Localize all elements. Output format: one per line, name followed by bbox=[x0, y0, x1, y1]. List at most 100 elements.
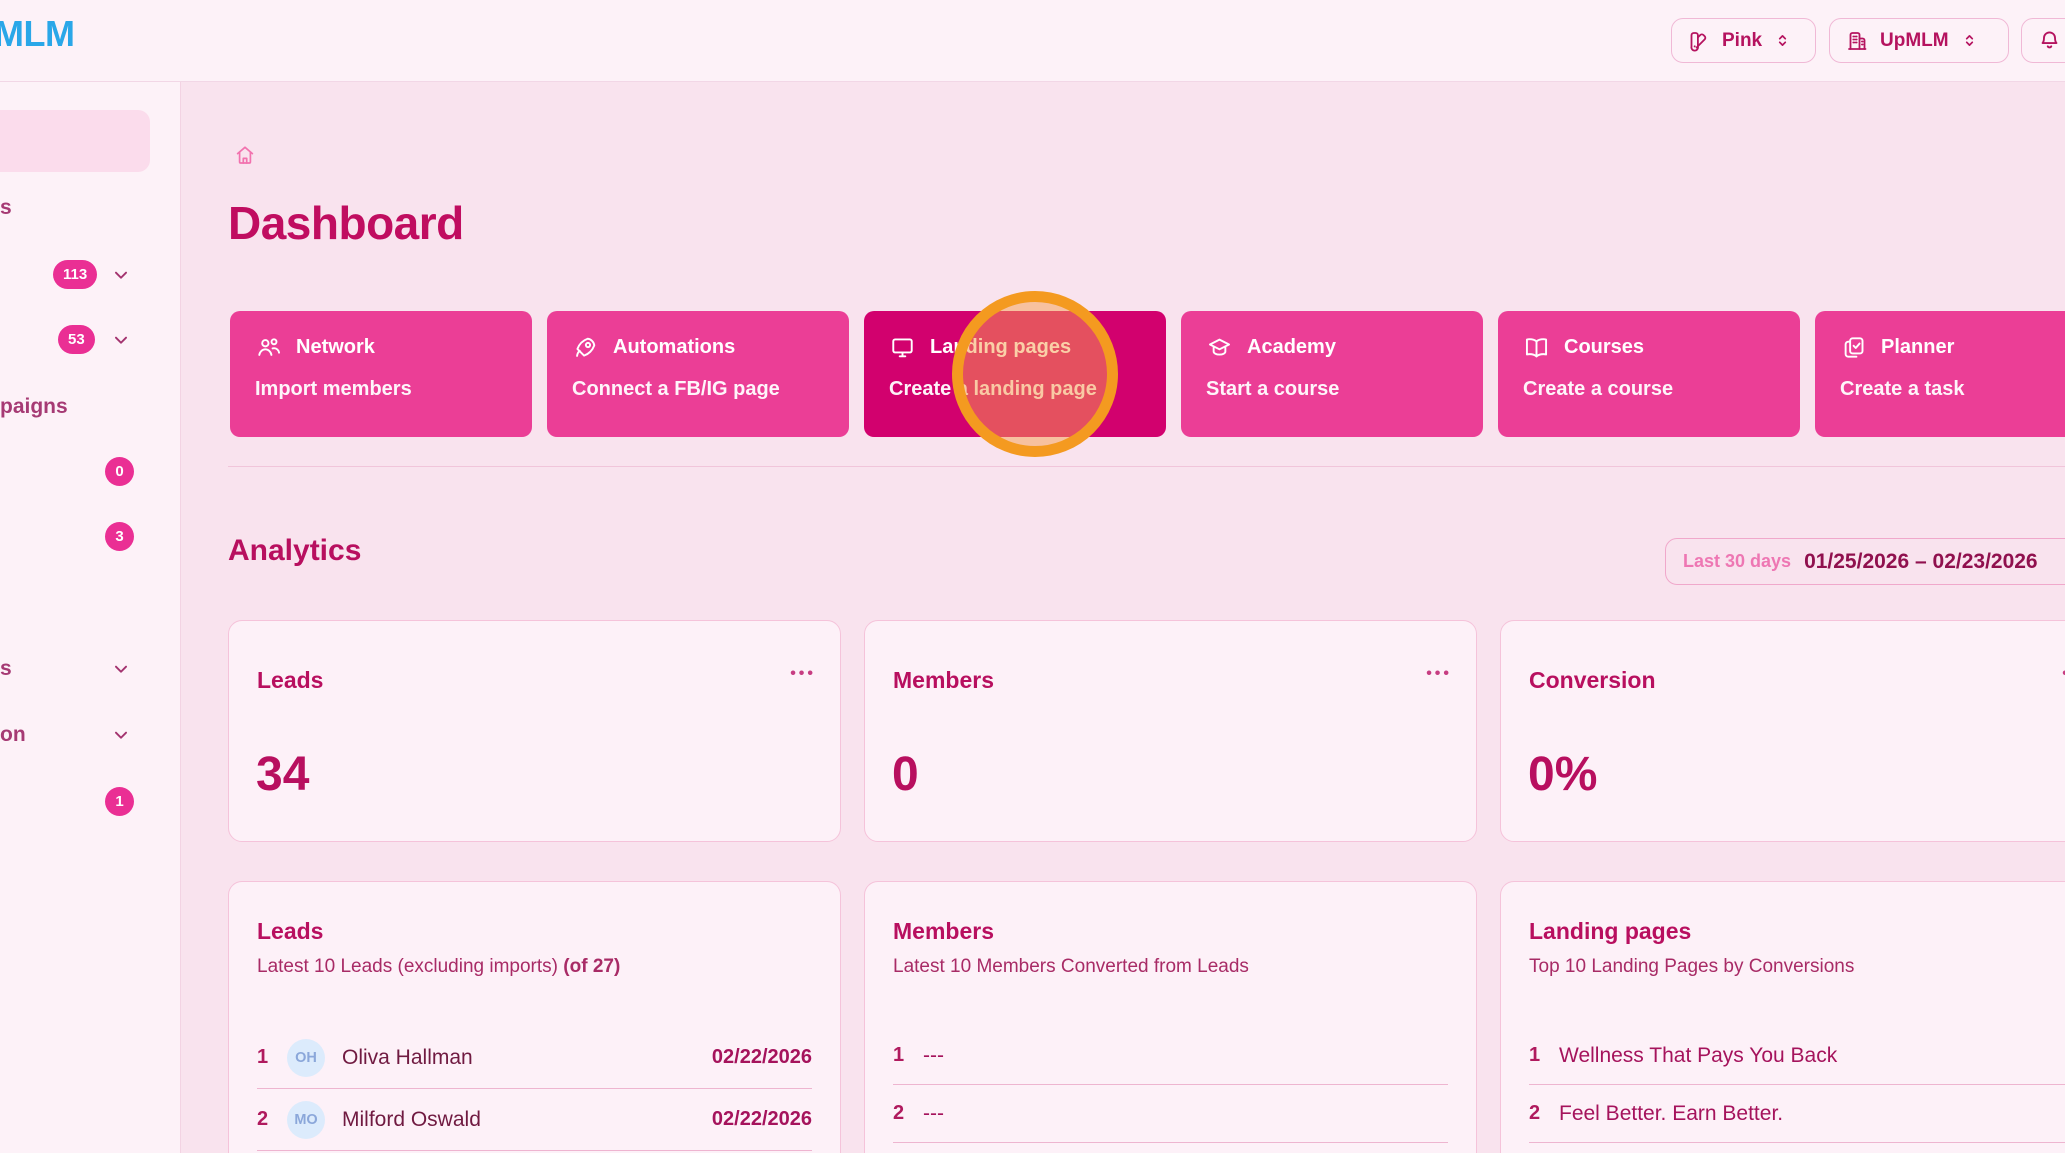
quick-action-title: Landing pages bbox=[930, 336, 1071, 359]
quick-action-title: Network bbox=[296, 336, 375, 359]
sidebar-item-label[interactable]: s bbox=[0, 654, 12, 684]
quick-action-title: Academy bbox=[1247, 336, 1336, 359]
chevron-down-icon[interactable] bbox=[110, 658, 132, 680]
theme-selector-label: Pink bbox=[1722, 30, 1762, 52]
quick-action-network[interactable]: Network Import members bbox=[230, 311, 532, 437]
top-header: MLM Pink UpMLM bbox=[0, 0, 2065, 82]
quick-action-planner[interactable]: Planner Create a task bbox=[1815, 311, 2065, 437]
avatar: MO bbox=[287, 1101, 325, 1139]
quick-action-subtitle: Connect a FB/IG page bbox=[572, 378, 824, 401]
quick-action-subtitle: Create a landing page bbox=[889, 378, 1141, 401]
quick-action-title: Automations bbox=[613, 336, 735, 359]
sidebar-item-label[interactable]: s bbox=[0, 193, 12, 223]
avatar: OH bbox=[287, 1039, 325, 1077]
analytics-section-title: Analytics bbox=[228, 534, 361, 568]
lead-name: Milford Oswald bbox=[342, 1108, 712, 1132]
quick-action-landing-pages[interactable]: Landing pages Create a landing page bbox=[864, 311, 1166, 437]
stat-title: Members bbox=[893, 667, 994, 694]
list-title: Leads bbox=[257, 918, 323, 945]
landing-page-name: Wellness That Pays You Back bbox=[1559, 1044, 2065, 1068]
list-card-leads: Leads Latest 10 Leads (excluding imports… bbox=[228, 881, 841, 1153]
quick-action-automations[interactable]: Automations Connect a FB/IG page bbox=[547, 311, 849, 437]
chevron-down-icon[interactable] bbox=[110, 264, 132, 286]
stats-row: Leads ••• 34 Members ••• 0 Conversion ••… bbox=[228, 620, 2065, 842]
section-divider bbox=[228, 466, 2065, 467]
sidebar-item-label[interactable]: paigns bbox=[0, 392, 68, 422]
sidebar-badge: 53 bbox=[58, 325, 95, 354]
list-card-landing-pages: Landing pages Top 10 Landing Pages by Co… bbox=[1500, 881, 2065, 1153]
chevron-updown-icon bbox=[1773, 31, 1792, 50]
home-icon[interactable] bbox=[233, 143, 257, 167]
chevron-updown-icon bbox=[1960, 31, 1979, 50]
quick-action-academy[interactable]: Academy Start a course bbox=[1181, 311, 1483, 437]
quick-action-courses[interactable]: Courses Create a course bbox=[1498, 311, 1800, 437]
stat-card-members: Members ••• 0 bbox=[864, 620, 1477, 842]
stat-value: 0 bbox=[892, 747, 919, 802]
member-name: --- bbox=[923, 1102, 1448, 1126]
list-card-members: Members Latest 10 Members Converted from… bbox=[864, 881, 1477, 1153]
chevron-down-icon[interactable] bbox=[110, 329, 132, 351]
list-title: Members bbox=[893, 918, 994, 945]
open-book-icon bbox=[1523, 334, 1550, 361]
landing-page-row[interactable]: 2 Feel Better. Earn Better. bbox=[1529, 1085, 2065, 1143]
row-index: 2 bbox=[893, 1102, 923, 1125]
row-index: 2 bbox=[1529, 1102, 1559, 1125]
stat-title: Leads bbox=[257, 667, 323, 694]
building-icon bbox=[1845, 29, 1869, 53]
theme-selector-button[interactable]: Pink bbox=[1671, 18, 1816, 63]
rocket-icon bbox=[572, 334, 599, 361]
ellipsis-menu-icon[interactable]: ••• bbox=[790, 665, 816, 683]
graduation-cap-icon bbox=[1206, 334, 1233, 361]
lead-row[interactable]: 1 OH Oliva Hallman 02/22/2026 bbox=[257, 1027, 812, 1089]
main-content: Dashboard Network Import members bbox=[181, 82, 2065, 1153]
workspace-selector-button[interactable]: UpMLM bbox=[1829, 18, 2009, 63]
lead-row[interactable]: 2 MO Milford Oswald 02/22/2026 bbox=[257, 1089, 812, 1151]
row-index: 1 bbox=[1529, 1044, 1559, 1067]
sidebar-nav: s 113 53 paigns 0 3 s on 1 bbox=[0, 82, 181, 1153]
quick-action-subtitle: Create a task bbox=[1840, 378, 2065, 401]
quick-action-title: Planner bbox=[1881, 336, 1954, 359]
date-range-preset: Last 30 days bbox=[1683, 551, 1791, 572]
stat-card-conversion: Conversion ••• 0% bbox=[1500, 620, 2065, 842]
page-title: Dashboard bbox=[228, 196, 464, 250]
member-row[interactable]: 2 --- bbox=[893, 1085, 1448, 1143]
lead-name: Oliva Hallman bbox=[342, 1046, 712, 1070]
list-rows: 1 Wellness That Pays You Back 2 Feel Bet… bbox=[1529, 1027, 2065, 1143]
list-subtitle: Top 10 Landing Pages by Conversions bbox=[1529, 956, 1854, 978]
row-index: 1 bbox=[893, 1044, 923, 1067]
lead-date: 02/22/2026 bbox=[712, 1108, 812, 1131]
sidebar-badge: 113 bbox=[53, 260, 97, 289]
landing-page-name: Feel Better. Earn Better. bbox=[1559, 1102, 2065, 1126]
landing-page-row[interactable]: 1 Wellness That Pays You Back bbox=[1529, 1027, 2065, 1085]
app-logo: MLM bbox=[0, 13, 74, 55]
quick-action-subtitle: Create a course bbox=[1523, 378, 1775, 401]
sidebar-item-label[interactable]: on bbox=[0, 720, 26, 750]
quick-action-subtitle: Import members bbox=[255, 378, 507, 401]
sidebar-badge: 1 bbox=[105, 787, 134, 816]
stat-value: 34 bbox=[256, 747, 309, 802]
date-range-picker[interactable]: Last 30 days 01/25/2026 – 02/23/2026 bbox=[1665, 538, 2065, 585]
people-icon bbox=[255, 334, 282, 361]
lead-date: 02/22/2026 bbox=[712, 1046, 812, 1069]
ellipsis-menu-icon[interactable]: ••• bbox=[1426, 665, 1452, 683]
list-subtitle-count: (of 27) bbox=[563, 956, 620, 977]
chevron-down-icon[interactable] bbox=[110, 724, 132, 746]
sidebar-item-selected[interactable] bbox=[0, 110, 150, 172]
list-title: Landing pages bbox=[1529, 918, 1691, 945]
sidebar-badge: 0 bbox=[105, 457, 134, 486]
member-name: --- bbox=[923, 1044, 1448, 1068]
stat-card-leads: Leads ••• 34 bbox=[228, 620, 841, 842]
lists-row: Leads Latest 10 Leads (excluding imports… bbox=[228, 881, 2065, 1153]
list-rows: 1 OH Oliva Hallman 02/22/2026 2 MO Milfo… bbox=[257, 1027, 812, 1151]
monitor-icon bbox=[889, 334, 916, 361]
row-index: 1 bbox=[257, 1046, 287, 1069]
date-range-value: 01/25/2026 – 02/23/2026 bbox=[1804, 550, 2038, 574]
list-subtitle: Latest 10 Leads (excluding imports) (of … bbox=[257, 956, 620, 978]
stat-title: Conversion bbox=[1529, 667, 1656, 694]
color-swatch-icon bbox=[1687, 29, 1711, 53]
member-row[interactable]: 1 --- bbox=[893, 1027, 1448, 1085]
bell-icon bbox=[2037, 28, 2062, 53]
list-subtitle-text: Latest 10 Leads (excluding imports) bbox=[257, 956, 563, 977]
notifications-button[interactable] bbox=[2021, 18, 2065, 63]
quick-action-subtitle: Start a course bbox=[1206, 378, 1458, 401]
